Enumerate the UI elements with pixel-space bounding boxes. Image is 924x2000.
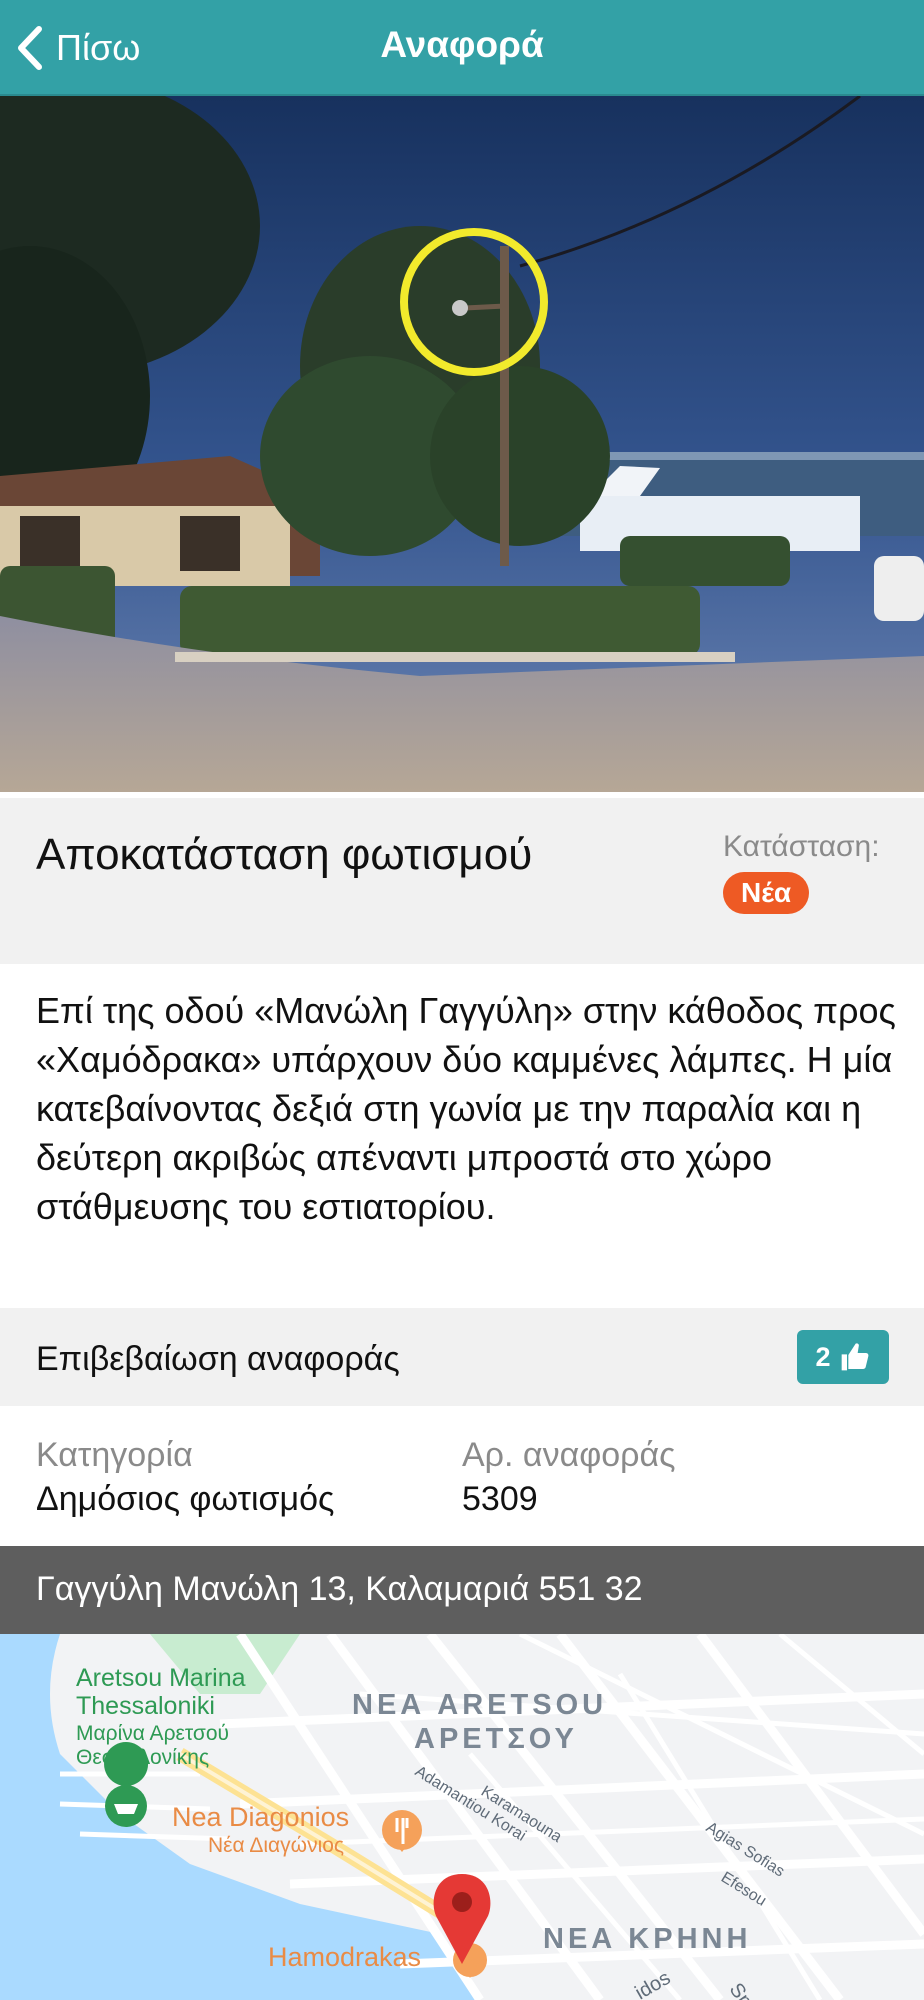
map-label-area-1: ΝΕΑ ARETSOU bbox=[352, 1689, 607, 1721]
category-block: Κατηγορία Δημόσιος φωτισμός bbox=[36, 1434, 334, 1522]
report-title: Αποκατάσταση φωτισμού bbox=[36, 830, 533, 879]
report-description: Επί της οδού «Μανώλη Γαγγύλη» στην κάθοδ… bbox=[36, 990, 896, 1227]
address-bar: Γαγγύλη Μανώλη 13, Καλαμαριά 551 32 bbox=[0, 1546, 924, 1634]
status-badge: Νέα bbox=[723, 872, 810, 914]
report-number-label: Αρ. αναφοράς bbox=[462, 1436, 676, 1474]
report-header: Αποκατάσταση φωτισμού Κατάσταση: Νέα bbox=[0, 798, 924, 964]
confirm-report-button[interactable]: 2 bbox=[797, 1330, 889, 1384]
thumbs-up-icon bbox=[841, 1343, 868, 1371]
map-label-marina-gr: Μαρίνα Αρετσού bbox=[76, 1722, 229, 1745]
category-value: Δημόσιος φωτισμός bbox=[36, 1480, 335, 1518]
map-label-marina-en: Aretsou Marina bbox=[76, 1664, 246, 1692]
page-title: Αναφορά bbox=[380, 24, 544, 65]
map-label-area-1-gr: ΑΡΕΤΣΟΥ bbox=[414, 1723, 578, 1755]
map-label-place-3: Hamodrakas bbox=[268, 1942, 421, 1972]
report-number-block: Αρ. αναφοράς 5309 bbox=[462, 1434, 676, 1522]
top-bar: Πίσω Αναφορά bbox=[0, 0, 924, 96]
confirm-report-row: Επιβεβαίωση αναφοράς 2 bbox=[0, 1308, 924, 1406]
map-label-place-2: Nea Diagonios bbox=[172, 1802, 349, 1832]
map-label-area-2: ΝΕΑ ΚΡΗΝΗ bbox=[543, 1923, 751, 1955]
confirm-count: 2 bbox=[815, 1341, 831, 1372]
address-text: Γαγγύλη Μανώλη 13, Καλαμαριά 551 32 bbox=[36, 1570, 643, 1608]
status-label: Κατάσταση: bbox=[723, 830, 880, 863]
map-label-marina-en-2: Thessaloniki bbox=[76, 1692, 215, 1720]
category-label: Κατηγορία bbox=[36, 1436, 193, 1474]
report-number-value: 5309 bbox=[462, 1480, 538, 1518]
confirm-report-label: Επιβεβαίωση αναφοράς bbox=[36, 1340, 400, 1378]
map-label-place-2-gr: Νέα Διαγώνιος bbox=[208, 1834, 344, 1857]
report-meta: Κατηγορία Δημόσιος φωτισμός Αρ. αναφοράς… bbox=[0, 1406, 924, 1546]
report-photo[interactable] bbox=[0, 96, 924, 792]
location-map[interactable]: Aretsou Marina Thessaloniki Μαρίνα Αρετσ… bbox=[0, 1634, 924, 2000]
